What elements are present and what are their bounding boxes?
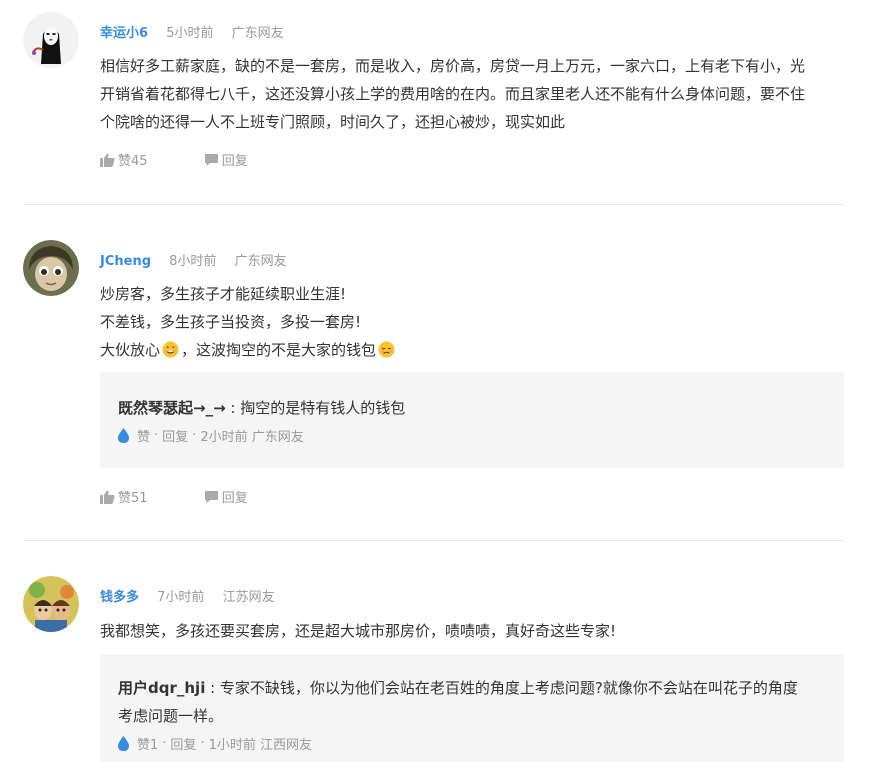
reply-label: 回复 (221, 491, 248, 506)
reply-box: 用户dqr_hji : 专家不缺钱，你以为他们会站在老百姓的角度上考虑问题?就像… (100, 654, 844, 762)
reply-content: : 掏空的是特有钱人的钱包 (225, 399, 406, 417)
comment-meta: 钱多多 7小时前 江苏网友 (100, 586, 275, 605)
reply-username[interactable]: 既然琴瑟起→_→ (118, 399, 226, 417)
comment-actions: 赞45 回复 (100, 150, 248, 171)
thumbs-up-icon (100, 490, 115, 504)
avatar[interactable] (23, 576, 79, 632)
separator: · (192, 428, 197, 443)
reply-reply-button[interactable]: 回复 (170, 734, 196, 753)
chat-bubble-icon (204, 153, 218, 166)
reply-username[interactable]: 用户dqr_hji (118, 679, 205, 697)
like-button[interactable]: 赞51 (100, 487, 148, 506)
username[interactable]: JCheng (100, 254, 151, 269)
reply-text: 用户dqr_hji : 专家不缺钱，你以为他们会站在老百姓的角度上考虑问题?就像… (118, 674, 798, 702)
comment-text-segment: 大伙放心 (100, 341, 161, 359)
reply-like-button[interactable]: 赞 (137, 426, 150, 445)
chat-bubble-icon (204, 490, 218, 503)
separator: · (162, 736, 167, 751)
location: 江苏网友 (222, 590, 275, 605)
comment-text-line: 我都想笑，多孩还要买套房，还是超大城市那房价，啧啧啧，真好奇这些专家! (100, 622, 617, 640)
thumbs-up-icon (100, 153, 115, 167)
reply-reply-button[interactable]: 回复 (162, 426, 188, 445)
reply-button[interactable]: 回复 (204, 487, 248, 506)
divider (23, 204, 845, 205)
reply-meta: 赞1 · 回复 · 1小时前 江西网友 (118, 734, 312, 753)
comment-text-line: 开销省着花都得七八千，这还没算小孩上学的费用啥的在内。而且家里老人还不能有什么身… (100, 85, 806, 103)
avatar[interactable] (23, 12, 79, 68)
timestamp: 7小时前 (157, 590, 205, 605)
pensive-emoji-icon (378, 341, 395, 358)
comment-text-line: 炒房客，多生孩子才能延续职业生涯! (100, 285, 347, 303)
water-drop-icon (118, 736, 129, 751)
like-count: 赞51 (118, 491, 148, 506)
reply-text: 既然琴瑟起→_→ : 掏空的是特有钱人的钱包 (118, 394, 405, 422)
reply-button[interactable]: 回复 (204, 150, 248, 169)
reply-meta: 赞 · 回复 · 2小时前 广东网友 (118, 426, 304, 445)
timestamp: 5小时前 (166, 26, 214, 41)
reply-time-location: 2小时前 广东网友 (200, 430, 304, 445)
reply-like-button[interactable]: 赞1 (137, 734, 158, 753)
avatar[interactable] (23, 240, 79, 296)
comment-meta: 幸运小6 5小时前 广东网友 (100, 22, 284, 41)
smile-emoji-icon (162, 341, 179, 358)
comment-actions: 赞51 回复 (100, 487, 248, 508)
comment-text-line: 大伙放心 ，这波掏空的不是大家的钱包 (100, 336, 860, 364)
comment-text-line: 不差钱，多生孩子当投资，多投一套房! (100, 313, 362, 331)
reply-content: : 专家不缺钱，你以为他们会站在老百姓的角度上考虑问题?就像你不会站在叫花子的角… (205, 679, 798, 697)
username[interactable]: 幸运小6 (100, 26, 148, 41)
water-drop-icon (118, 428, 129, 443)
comment-text-line: 个院啥的还得一人不上班专门照顾，时间久了，还担心被炒，现实如此 (100, 113, 566, 131)
like-button[interactable]: 赞45 (100, 150, 148, 169)
separator: · (154, 428, 159, 443)
comment-body: 相信好多工薪家庭，缺的不是一套房，而是收入，房价高，房贷一月上万元，一家六口，上… (100, 52, 860, 136)
username[interactable]: 钱多多 (100, 590, 139, 605)
separator: · (200, 736, 205, 751)
like-count: 赞45 (118, 154, 148, 169)
comment-body: 我都想笑，多孩还要买套房，还是超大城市那房价，啧啧啧，真好奇这些专家! (100, 617, 860, 645)
location: 广东网友 (231, 26, 284, 41)
comment-meta: JCheng 8小时前 广东网友 (100, 250, 287, 269)
comment-body: 炒房客，多生孩子才能延续职业生涯! 不差钱，多生孩子当投资，多投一套房! 大伙放… (100, 280, 860, 364)
reply-time-location: 1小时前 江西网友 (208, 738, 312, 753)
divider (23, 540, 845, 541)
comment-text-segment: ，这波掏空的不是大家的钱包 (181, 341, 377, 359)
location: 广东网友 (234, 254, 287, 269)
reply-label: 回复 (221, 154, 248, 169)
timestamp: 8小时前 (169, 254, 217, 269)
comment-text-line: 相信好多工薪家庭，缺的不是一套房，而是收入，房价高，房贷一月上万元，一家六口，上… (100, 57, 806, 75)
reply-box: 既然琴瑟起→_→ : 掏空的是特有钱人的钱包 赞 · 回复 · 2小时前 广东网… (100, 372, 844, 468)
reply-text-continued: 考虑问题一样。 (118, 707, 224, 725)
